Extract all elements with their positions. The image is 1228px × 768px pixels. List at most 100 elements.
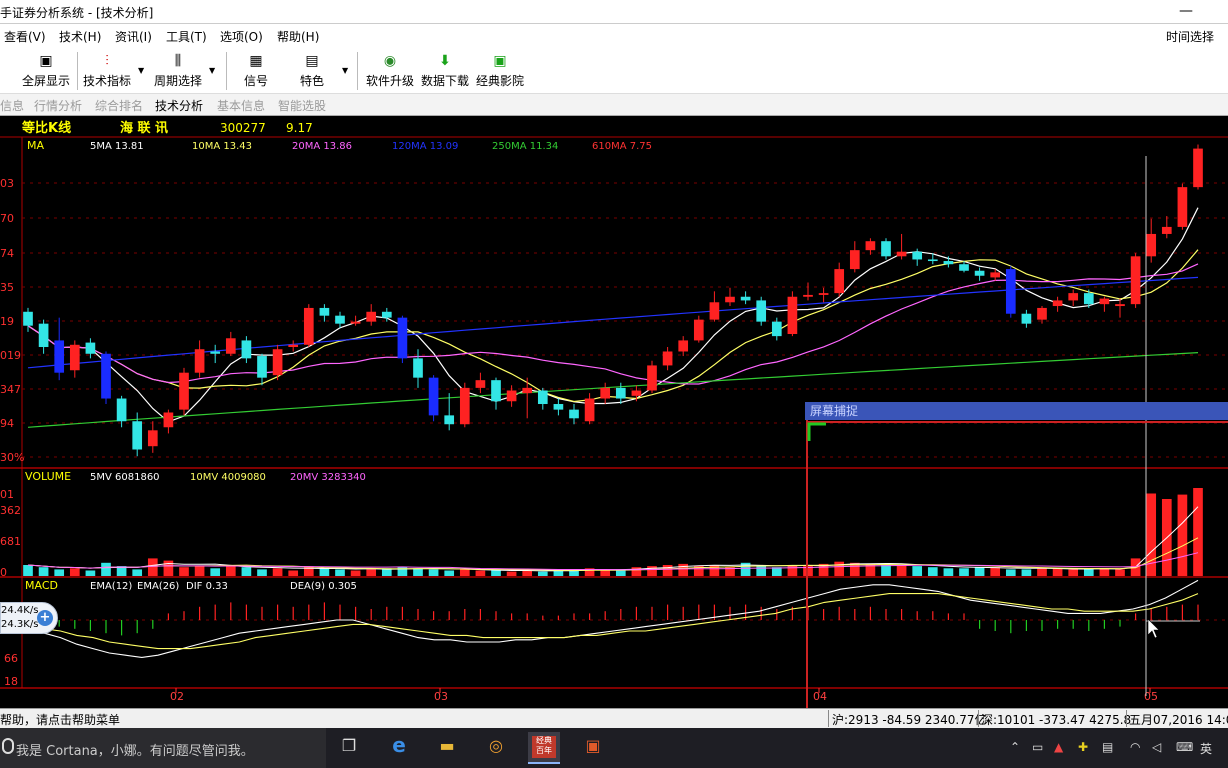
plus-icon[interactable]: +	[37, 610, 53, 626]
volume-bar	[225, 565, 236, 576]
candle-body	[834, 269, 845, 294]
volume-icon[interactable]: ◁	[1152, 740, 1161, 754]
volume-bar	[678, 563, 689, 576]
cinema-label: 经典影院	[475, 74, 524, 88]
net-speed-widget[interactable]: 24.4K/s 24.3K/s +	[0, 602, 58, 634]
feature-dropdown-icon[interactable]: ▼	[342, 66, 348, 75]
candle-body	[678, 340, 689, 352]
download-button[interactable]: ⬇ 数据下载	[419, 46, 471, 94]
cortana-search-box[interactable]: 我是 Cortana，小娜。有问题尽管问我。	[0, 728, 326, 768]
candle-body	[241, 340, 252, 359]
stock-chart[interactable]: 等比K线 海 联 讯 300277 9.17 MA 5MA 13.81 10MA …	[0, 116, 1228, 708]
chart-area[interactable]: 等比K线 海 联 讯 300277 9.17 MA 5MA 13.81 10MA …	[0, 116, 1228, 708]
price-tick-label: 35	[0, 281, 14, 294]
title-bar: 手证券分析系统 - [技术分析] —	[0, 0, 1228, 24]
candle-body	[23, 311, 33, 326]
time-select-menu[interactable]: 时间选择	[1166, 28, 1214, 45]
macd-legend-item: DEA(9) 0.305	[290, 581, 357, 592]
candle-body	[288, 344, 299, 348]
volume-bar	[303, 566, 314, 576]
candle-body	[725, 296, 735, 303]
candle-body	[1130, 256, 1141, 305]
tray-app-icon[interactable]: ▲	[1054, 740, 1063, 754]
windows-taskbar: 我是 Cortana，小娜。有问题尽管问我。 ❐ e ▬ ◎ 经典 百年 ▣ ⌃…	[0, 728, 1228, 768]
tab-info[interactable]: 信息	[0, 97, 24, 114]
indicator-button[interactable]: ⫶ 技术指标	[81, 46, 133, 94]
tab-ranking[interactable]: 综合排名	[95, 97, 143, 114]
tray-plus-icon[interactable]: ✚	[1078, 740, 1088, 754]
ime-indicator[interactable]: 英	[1200, 740, 1212, 757]
volume-panel-label: VOLUME	[25, 470, 71, 483]
stock-app-taskbar-button[interactable]: 经典 百年	[528, 732, 560, 764]
menu-help[interactable]: 帮助(H)	[277, 28, 319, 45]
volume-bar	[990, 567, 1001, 576]
ma-legend-item: 5MA 13.81	[90, 141, 144, 152]
menu-view[interactable]: 查看(V)	[4, 28, 46, 45]
menu-options[interactable]: 选项(O)	[220, 28, 263, 45]
candle-body	[959, 264, 969, 271]
candle-body	[1005, 269, 1016, 314]
fullscreen-icon: ▣	[39, 53, 53, 69]
candle-body	[366, 311, 377, 322]
volume-bar	[787, 565, 798, 576]
period-dropdown-icon[interactable]: ▼	[209, 66, 215, 75]
candle-body	[1068, 293, 1079, 301]
volume-tick-label: 01	[0, 488, 14, 501]
indicator-dropdown-icon[interactable]: ▼	[138, 66, 144, 75]
fullscreen-button[interactable]: ▣ 全屏显示	[20, 46, 72, 94]
upgrade-button[interactable]: ◉ 软件升级	[364, 46, 416, 94]
volume-bar	[147, 558, 158, 576]
wifi-icon[interactable]: ◠	[1130, 740, 1140, 754]
candle-body	[506, 390, 517, 402]
period-button[interactable]: ⫼ 周期选择	[152, 46, 204, 94]
capture-corner-handle[interactable]	[807, 422, 826, 441]
tray-display-icon[interactable]: ▤	[1102, 740, 1113, 754]
period-icon: ⫼	[174, 53, 182, 69]
candle-body	[444, 415, 455, 425]
candle-body	[413, 358, 423, 378]
macd-legend: EMA(12) EMA(26) DIF 0.33 DEA(9) 0.305	[90, 581, 357, 592]
menu-tools[interactable]: 工具(T)	[166, 28, 207, 45]
download-speed: 24.3K/s	[1, 619, 39, 630]
volume-bar	[38, 567, 49, 576]
menu-tech[interactable]: 技术(H)	[59, 28, 101, 45]
menu-info[interactable]: 资讯(I)	[115, 28, 152, 45]
candle-body	[771, 321, 782, 337]
volume-bar	[569, 570, 579, 576]
tab-smart-select[interactable]: 智能选股	[278, 97, 326, 114]
volume-tick-label: 362	[0, 504, 21, 517]
candle-body	[475, 380, 486, 388]
macd-tick-label: 66	[4, 652, 18, 665]
presentation-app-icon[interactable]: ▣	[580, 736, 606, 760]
keyboard-icon[interactable]: ⌨	[1176, 740, 1193, 754]
capture-title-bar[interactable]	[805, 402, 1228, 420]
file-explorer-icon[interactable]: ▬	[434, 736, 460, 760]
candle-body	[350, 321, 361, 324]
candle-body	[116, 398, 127, 422]
signal-button[interactable]: ▦ 信号	[236, 46, 276, 94]
browser-app-icon[interactable]: ◎	[483, 736, 509, 760]
tray-up-arrow-icon[interactable]: ⌃	[1010, 740, 1020, 754]
task-view-icon[interactable]: ❐	[336, 736, 362, 760]
ma-legend-item: 10MA 13.43	[192, 141, 252, 152]
edge-browser-icon[interactable]: e	[386, 733, 412, 757]
volume-y-ticks: 01 362 681 0	[0, 488, 21, 579]
volume-bar	[350, 570, 361, 576]
minimize-button[interactable]: —	[1172, 0, 1200, 24]
volume-bar	[974, 567, 985, 576]
tab-technical[interactable]: 技术分析	[155, 97, 203, 114]
tray-device-icon[interactable]: ▭	[1032, 740, 1043, 754]
tab-market[interactable]: 行情分析	[34, 97, 82, 114]
tab-basic-info[interactable]: 基本信息	[217, 97, 265, 114]
volume-bar	[1052, 568, 1063, 576]
feature-button[interactable]: ▤ 特色	[292, 46, 332, 94]
candle-body	[569, 409, 579, 419]
macd-legend-item: EMA(26)	[137, 581, 179, 592]
cinema-button[interactable]: ▣ 经典影院	[474, 46, 526, 94]
volume-bar	[491, 570, 501, 576]
candle-body	[522, 387, 533, 394]
candle-body	[600, 387, 611, 399]
candle-body	[990, 272, 1001, 278]
ma-y-ticks: 03 70 74 35 19 019 347 94 30%	[0, 177, 24, 464]
candle-body	[849, 250, 860, 270]
